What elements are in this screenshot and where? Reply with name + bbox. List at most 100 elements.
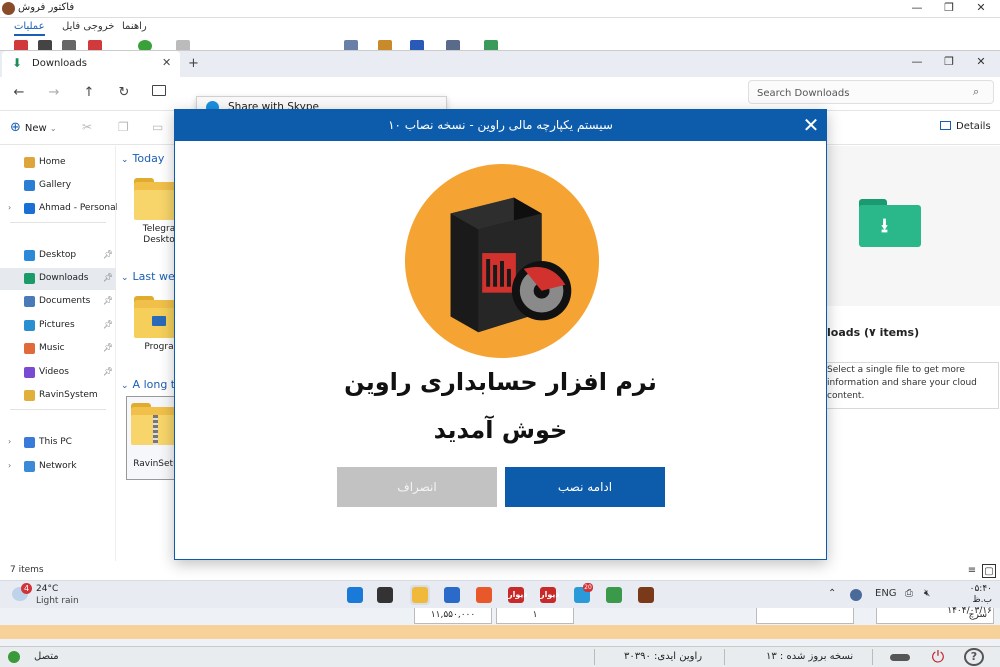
group-header-today[interactable]: ⌄ Today [121, 152, 164, 165]
continue-install-button[interactable]: ادامه نصب [505, 467, 665, 507]
sidebar-item[interactable]: Music 📌︎ [0, 338, 116, 360]
ravin-app-icon[interactable] [636, 585, 656, 605]
background-titlebar: فاکتور فروش — ❐ ✕ [0, 0, 1000, 18]
paste-icon[interactable]: ▭ [152, 120, 163, 134]
printer-icon[interactable]: ⎙ [905, 588, 913, 599]
quantity-field[interactable]: ۱ [496, 606, 574, 624]
divar-icon[interactable]: دیوار [506, 585, 527, 605]
sidebar-item-icon [24, 180, 35, 191]
menu-help[interactable]: راهنما [122, 21, 147, 32]
this-pc-icon[interactable] [152, 85, 166, 96]
close-icon[interactable]: ✕ [966, 1, 996, 14]
amount-field[interactable]: ۱۱,۵۵۰,۰۰۰ [414, 606, 492, 624]
sidebar-item[interactable]: › This PC [0, 432, 116, 454]
sidebar-item[interactable]: Downloads 📌︎ [0, 268, 116, 290]
chevron-down-icon: ⌄ [121, 381, 129, 391]
file-explorer-icon[interactable] [410, 585, 430, 605]
forward-arrow-icon[interactable]: → [45, 85, 63, 100]
task-view-icon[interactable] [375, 585, 395, 605]
details-pane: ⭳ loads (۷ items) Select a single file t… [827, 146, 1000, 561]
up-arrow-icon[interactable]: ↑ [80, 85, 98, 100]
minimize-icon[interactable]: — [902, 1, 932, 14]
update-version: نسخه بروز شده : ۱۳ [766, 651, 854, 662]
clock[interactable]: ۰۵:۴۰ ب.ظ ۱۴۰۴/۰۳/۱۶ [947, 584, 992, 617]
speaker-muted-icon[interactable]: 🔇︎ [924, 588, 930, 599]
sidebar-item[interactable]: Documents 📌︎ [0, 291, 116, 313]
group-label: Today [132, 152, 165, 165]
search-box[interactable]: ⌕ [748, 80, 994, 104]
explorer-restore-icon[interactable]: ❐ [934, 55, 964, 68]
pin-icon[interactable]: 📌︎ [103, 273, 113, 282]
chart-app-icon[interactable] [604, 585, 624, 605]
sidebar-item[interactable]: Home [0, 152, 116, 174]
tiles-view-icon[interactable]: ▢ [982, 564, 996, 578]
new-tab-icon[interactable]: + [188, 56, 199, 71]
sidebar-item[interactable]: › Network [0, 456, 116, 478]
divar-app-icon[interactable]: دیوار [538, 585, 559, 605]
sidebar-item[interactable]: Videos 📌︎ [0, 362, 116, 384]
sidebar-item[interactable]: › Ahmad - Personal [0, 198, 118, 220]
start-icon[interactable] [345, 585, 365, 605]
tab-close-icon[interactable]: ✕ [162, 56, 171, 69]
new-button-label: New [24, 123, 47, 134]
list-view-icon[interactable]: ≡ [965, 564, 979, 578]
telegram-icon[interactable]: 20 [572, 583, 593, 605]
details-pane-icon [940, 121, 951, 130]
language-indicator[interactable]: ENG [875, 588, 897, 599]
back-arrow-icon[interactable]: ← [10, 85, 28, 100]
menu-file-export[interactable]: خروجی فایل [62, 21, 114, 32]
cut-icon[interactable]: ✂ [82, 120, 92, 134]
firefox-icon[interactable] [474, 585, 494, 605]
installer-dialog: سیستم یکپارچه مالی راوین - نسخه نصاب ۱۰ … [174, 109, 827, 560]
menu-operations[interactable]: عملیات [14, 21, 45, 36]
search-input[interactable] [757, 85, 967, 101]
group-header-long-time-ago[interactable]: ⌄ A long ti [121, 378, 178, 391]
sidebar-item[interactable]: Desktop 📌︎ [0, 245, 116, 267]
dialog-heading: نرم افزار حسابداری راوین [344, 368, 657, 396]
explorer-tab-downloads[interactable]: ⬇ Downloads ✕ [2, 51, 180, 77]
status-divider [872, 649, 873, 665]
sidebar-item-icon [24, 343, 35, 354]
toggle-icon[interactable] [890, 654, 910, 661]
pin-icon[interactable]: 📌︎ [103, 320, 113, 329]
explorer-close-icon[interactable]: ✕ [966, 55, 996, 68]
refresh-icon[interactable]: ↻ [115, 85, 133, 100]
app-logo-icon [2, 2, 15, 15]
group-header-last-week[interactable]: ⌄ Last wee [121, 270, 182, 283]
pin-icon[interactable]: 📌︎ [103, 296, 113, 305]
sidebar-item[interactable]: Gallery [0, 175, 116, 197]
chevron-right-icon[interactable]: › [8, 203, 11, 212]
sidebar-item-icon [24, 367, 35, 378]
close-icon[interactable]: ✕ [799, 113, 823, 137]
temperature[interactable]: 24°C [36, 584, 58, 594]
sidebar-item[interactable]: Pictures 📌︎ [0, 315, 116, 337]
chevron-up-icon[interactable]: ⌃ [828, 588, 836, 599]
cancel-button[interactable]: انصراف [337, 467, 497, 507]
store-icon[interactable] [442, 585, 462, 605]
search-icon[interactable]: ⌕ [973, 85, 979, 99]
sidebar-item-label: Desktop [39, 250, 77, 260]
details-button[interactable]: Details [940, 121, 991, 132]
power-icon[interactable]: ⏻ [928, 648, 948, 666]
explorer-minimize-icon[interactable]: — [902, 55, 932, 68]
new-button[interactable]: ⊕ New ⌄ [10, 120, 57, 135]
chevron-right-icon[interactable]: › [8, 437, 11, 446]
pin-icon[interactable]: 📌︎ [103, 250, 113, 259]
restore-icon[interactable]: ❐ [934, 1, 964, 14]
software-box-logo-icon [404, 163, 600, 359]
sidebar-item-label: Home [39, 157, 66, 167]
pin-icon[interactable]: 📌︎ [103, 367, 113, 376]
background-highlight-strip [0, 625, 1000, 639]
sidebar-item-icon [24, 320, 35, 331]
product-field[interactable] [756, 606, 854, 624]
sidebar-item-label: Videos [39, 367, 69, 377]
network-tray-icon[interactable] [850, 589, 862, 601]
taskbar-app-glyph: دیوار [508, 587, 527, 603]
weather-condition[interactable]: Light rain [36, 596, 79, 606]
help-icon[interactable]: ? [964, 648, 984, 666]
pin-icon[interactable]: 📌︎ [103, 343, 113, 352]
notification-badge: 20 [583, 583, 593, 592]
sidebar-item[interactable]: RavinSystem [0, 385, 116, 407]
copy-icon[interactable]: ❐ [118, 120, 129, 134]
chevron-right-icon[interactable]: › [8, 461, 11, 470]
